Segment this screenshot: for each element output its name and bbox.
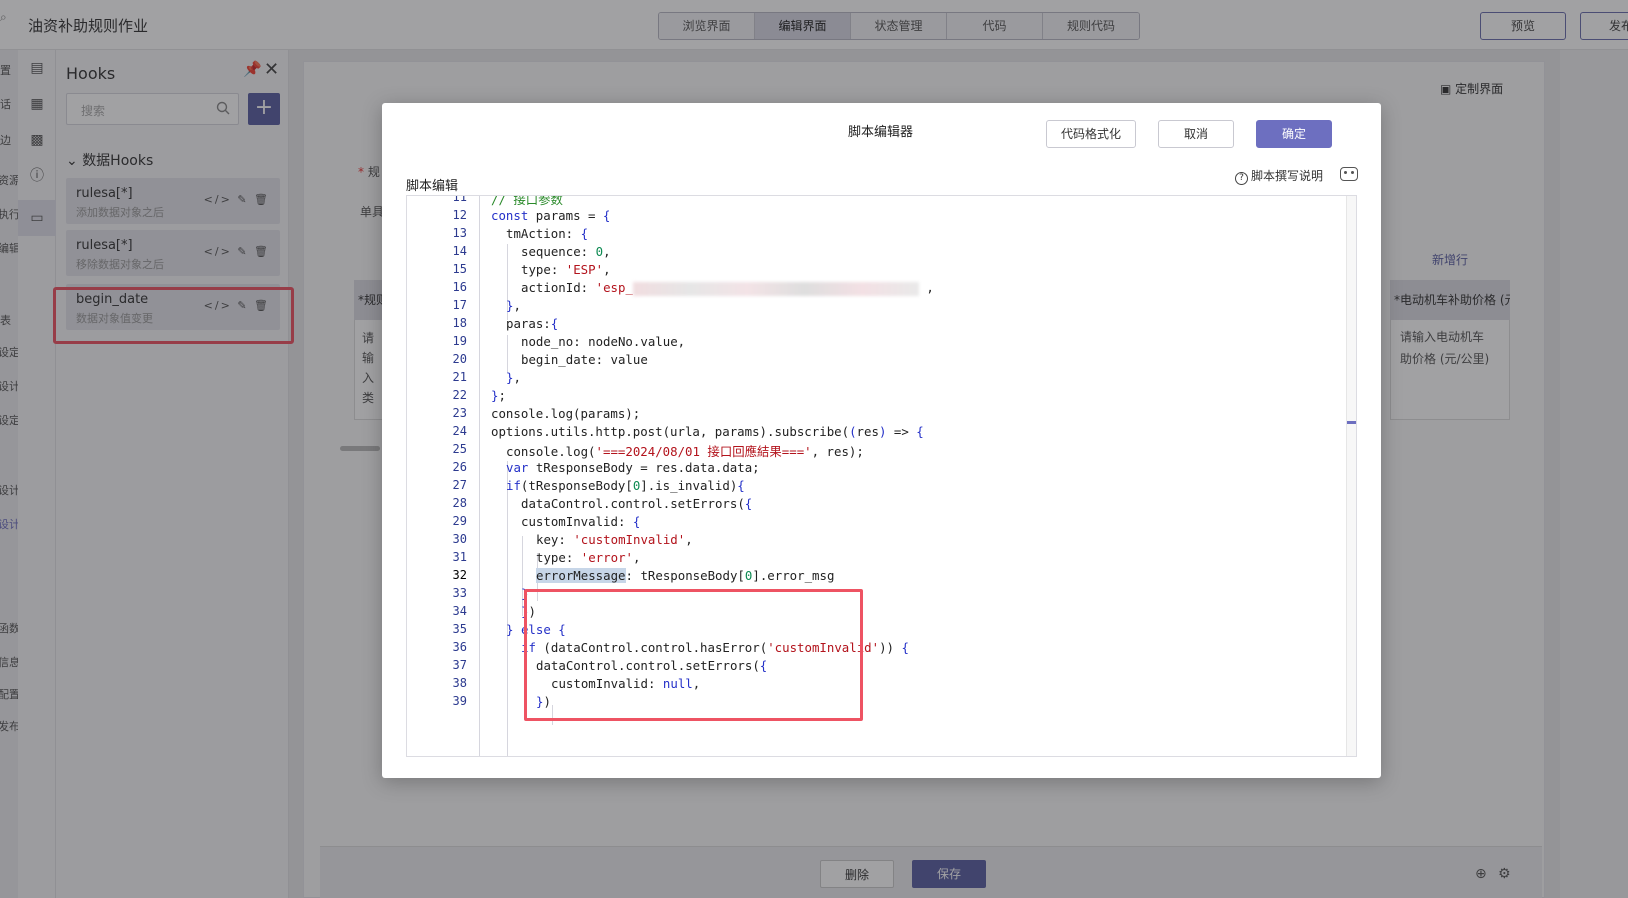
line-number: 18 (452, 316, 467, 330)
line-number: 33 (452, 586, 467, 600)
line-number: 12 (452, 208, 467, 222)
confirm-button[interactable]: 确定 (1256, 120, 1332, 148)
line-number: 17 (452, 298, 467, 312)
line-number: 21 (452, 370, 467, 384)
code-line: sequence: 0, (521, 244, 611, 259)
line-number: 14 (452, 244, 467, 258)
robot-icon[interactable] (1340, 167, 1358, 181)
line-number: 25 (452, 442, 467, 456)
question-icon: ? (1235, 172, 1248, 185)
code-line: const params = { (491, 208, 611, 223)
line-number: 28 (452, 496, 467, 510)
line-number: 30 (452, 532, 467, 546)
line-number: 11 (452, 195, 467, 204)
editor-vertical-scrollbar[interactable] (1346, 196, 1356, 756)
line-number: 36 (452, 640, 467, 654)
line-number: 39 (452, 694, 467, 708)
code-line: type: 'error', (536, 550, 641, 565)
code-line: dataControl.control.setErrors({ (521, 496, 753, 511)
modal-title: 脚本编辑器 (848, 125, 914, 140)
code-line: customInvalid: { (521, 514, 641, 529)
code-line: options.utils.http.post(urla, params).su… (491, 424, 924, 439)
help-text: 脚本撰写说明 (1251, 169, 1324, 183)
cancel-button[interactable]: 取消 (1158, 120, 1234, 148)
code-line: node_no: nodeNo.value, (521, 334, 686, 349)
indent-guide (479, 196, 480, 756)
indent-guide (507, 461, 508, 756)
code-line: // 接口参数 (491, 195, 563, 207)
format-code-button[interactable]: 代码格式化 (1046, 120, 1136, 148)
line-number: 34 (452, 604, 467, 618)
line-number: 27 (452, 478, 467, 492)
editor-label: 脚本编辑 (406, 179, 459, 194)
code-line: paras:{ (506, 316, 559, 331)
line-number: 20 (452, 352, 467, 366)
code-line: console.log('===2024/08/01 接口回應結果===', r… (506, 444, 864, 459)
scroll-thumb[interactable] (1347, 421, 1356, 424)
line-number: 38 (452, 676, 467, 690)
line-number: 19 (452, 334, 467, 348)
line-number: 31 (452, 550, 467, 564)
code-highlight-box (524, 589, 863, 721)
line-number: 24 (452, 424, 467, 438)
line-number: 29 (452, 514, 467, 528)
code-line: }, (506, 298, 521, 313)
code-line: if(tResponseBody[0].is_invalid){ (506, 478, 745, 493)
code-line: errorMessage: tResponseBody[0].error_msg (536, 568, 835, 583)
code-line: key: 'customInvalid', (536, 532, 693, 547)
line-number: 13 (452, 226, 467, 240)
help-link[interactable]: ? 脚本撰写说明 (1235, 167, 1323, 185)
code-line: actionId: 'esp_ , (521, 280, 934, 296)
line-number: 15 (452, 262, 467, 276)
code-line: }, (506, 370, 521, 385)
line-number: 22 (452, 388, 467, 402)
line-number: 26 (452, 460, 467, 474)
code-line: tmAction: { (506, 226, 589, 241)
indent-guide (507, 335, 508, 373)
code-line: }; (491, 388, 506, 403)
redacted-value (632, 281, 919, 296)
line-number: 32 (452, 568, 467, 582)
line-number: 16 (452, 280, 467, 294)
code-line: type: 'ESP', (521, 262, 611, 277)
code-editor[interactable]: 11 // 接口参数 12 const params = { 13 tmActi… (406, 195, 1357, 757)
line-number: 35 (452, 622, 467, 636)
script-editor-modal: 脚本编辑器 代码格式化 取消 确定 脚本编辑 ? 脚本撰写说明 11 // 接口参… (382, 103, 1381, 778)
code-line: var tResponseBody = res.data.data; (506, 460, 760, 475)
line-number: 37 (452, 658, 467, 672)
line-number: 23 (452, 406, 467, 420)
code-line: console.log(params); (491, 406, 641, 421)
code-line: begin_date: value (521, 352, 648, 367)
